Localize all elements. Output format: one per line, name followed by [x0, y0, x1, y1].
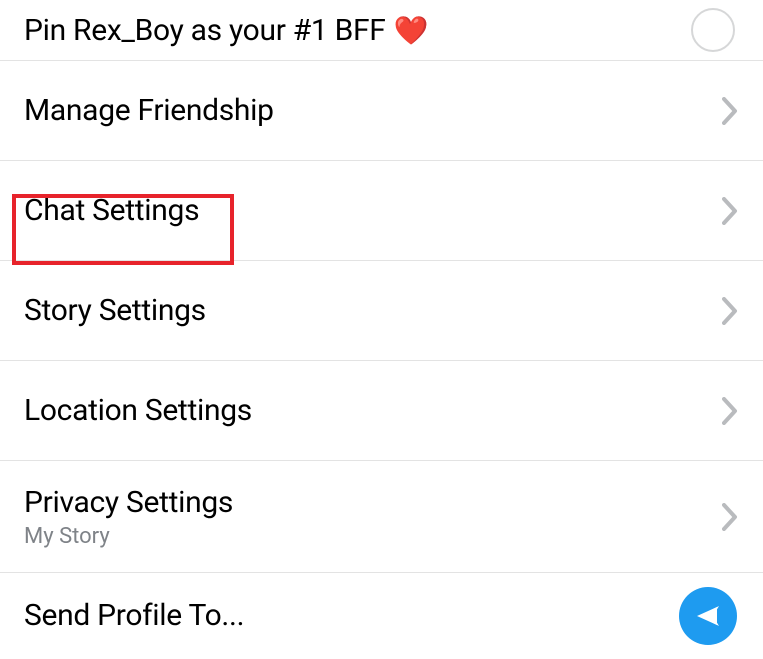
send-arrow-icon	[693, 601, 723, 631]
row-pin-bff[interactable]: Pin Rex_Boy as your #1 BFF ❤️	[0, 0, 763, 61]
chat-settings-label: Chat Settings	[24, 193, 721, 228]
send-profile-label: Send Profile To...	[24, 598, 679, 633]
pin-bff-label: Pin Rex_Boy as your #1 BFF ❤️	[24, 13, 691, 48]
manage-friendship-label: Manage Friendship	[24, 93, 721, 128]
chevron-right-icon	[721, 96, 739, 126]
privacy-content: Privacy Settings My Story	[24, 485, 721, 549]
row-manage-friendship[interactable]: Manage Friendship	[0, 61, 763, 161]
row-privacy-settings[interactable]: Privacy Settings My Story	[0, 461, 763, 573]
privacy-settings-label: Privacy Settings	[24, 485, 721, 520]
row-story-settings[interactable]: Story Settings	[0, 261, 763, 361]
chevron-right-icon	[721, 196, 739, 226]
row-send-profile[interactable]: Send Profile To...	[0, 573, 763, 658]
row-chat-settings[interactable]: Chat Settings	[0, 161, 763, 261]
chevron-right-icon	[721, 396, 739, 426]
settings-list: Pin Rex_Boy as your #1 BFF ❤️ Manage Fri…	[0, 0, 763, 658]
radio-unselected-icon[interactable]	[691, 8, 735, 52]
pin-bff-text: Pin Rex_Boy as your #1 BFF	[24, 13, 386, 48]
send-button[interactable]	[679, 587, 737, 645]
chevron-right-icon	[721, 502, 739, 532]
location-settings-label: Location Settings	[24, 393, 721, 428]
story-settings-label: Story Settings	[24, 293, 721, 328]
privacy-settings-sublabel: My Story	[24, 524, 721, 549]
row-location-settings[interactable]: Location Settings	[0, 361, 763, 461]
chevron-right-icon	[721, 296, 739, 326]
heart-icon: ❤️	[394, 14, 429, 47]
